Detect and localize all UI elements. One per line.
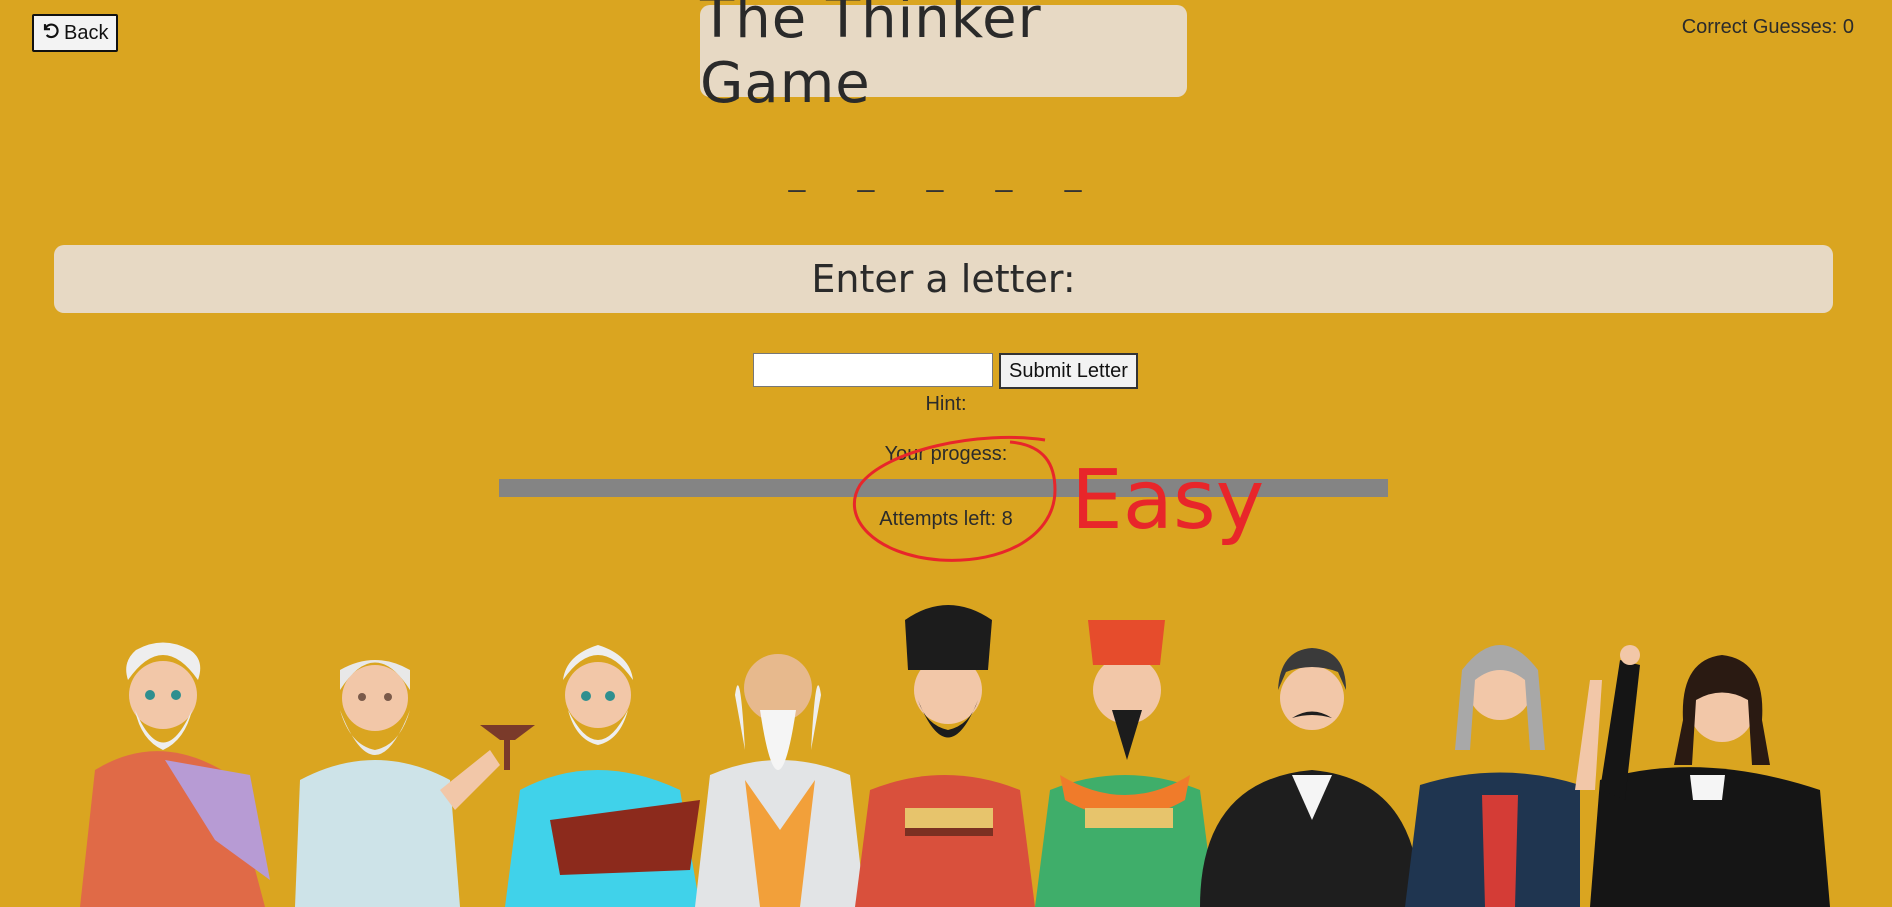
back-button[interactable]: Back	[32, 14, 119, 52]
progress-label: Your progess:	[884, 443, 1008, 465]
thinker-figure	[1590, 645, 1830, 907]
guess-form: Submit Letter	[753, 353, 1138, 389]
thinker-figure	[480, 645, 700, 907]
hint-text: Hint:	[925, 393, 967, 415]
thinker-figure	[1200, 648, 1420, 907]
thinker-figure	[695, 654, 865, 907]
correct-guesses-counter: Correct Guesses: 0	[1681, 16, 1854, 38]
thinkers-illustration	[80, 605, 1830, 907]
easy-annotation: Easy	[1071, 453, 1265, 548]
thinker-figure	[855, 605, 1035, 907]
undo-icon	[40, 20, 60, 46]
back-label: Back	[64, 21, 109, 44]
thinker-figure	[80, 642, 270, 907]
word-blanks: _ _ _ _ _	[788, 160, 1104, 193]
thinker-figure	[295, 660, 500, 907]
thinker-figure	[1405, 645, 1602, 907]
letter-input[interactable]	[753, 353, 993, 387]
attempts-left: Attempts left: 8	[879, 508, 1013, 530]
submit-letter-button[interactable]: Submit Letter	[999, 353, 1138, 389]
thinker-figure	[1035, 620, 1215, 907]
page-title: The Thinker Game	[700, 0, 1042, 116]
letter-prompt: Enter a letter:	[54, 245, 1833, 313]
title-panel: The Thinker Game	[700, 0, 1187, 116]
